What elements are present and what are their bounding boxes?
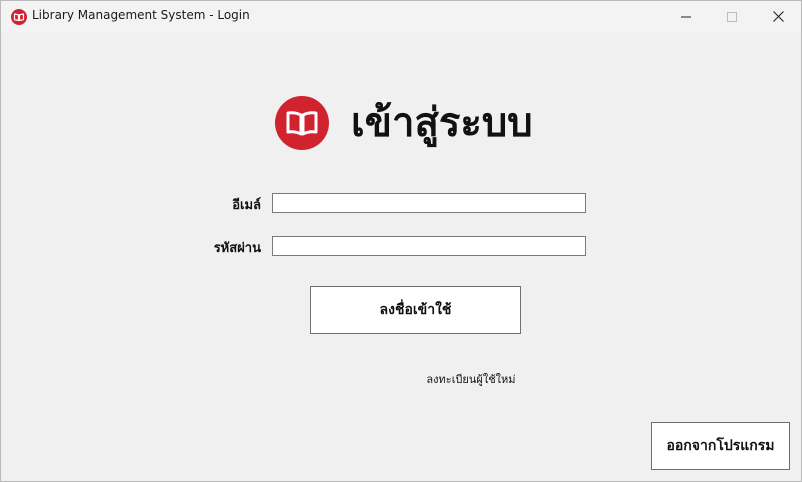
minimize-icon <box>681 16 691 17</box>
email-field[interactable] <box>272 193 586 213</box>
close-icon <box>772 11 784 22</box>
title-bar[interactable]: Library Management System - Login <box>1 1 801 32</box>
maximize-button[interactable] <box>709 1 755 32</box>
window-title: Library Management System - Login <box>32 8 250 22</box>
login-window: Library Management System - Login เข้าสู… <box>0 0 802 482</box>
open-book-icon <box>275 96 329 150</box>
maximize-icon <box>727 11 737 22</box>
page-title: เข้าสู่ระบบ <box>351 100 533 146</box>
close-button[interactable] <box>755 1 801 32</box>
minimize-button[interactable] <box>663 1 709 32</box>
login-button[interactable]: ลงชื่อเข้าใช้ <box>310 286 521 334</box>
register-link[interactable]: ลงทะเบียนผู้ใช้ใหม่ <box>381 370 561 388</box>
book-icon <box>11 9 27 25</box>
password-label: รหัสผ่าน <box>213 241 261 256</box>
exit-button[interactable]: ออกจากโปรแกรม <box>651 422 790 470</box>
password-field[interactable] <box>272 236 586 256</box>
email-label: อีเมล์ <box>232 198 261 213</box>
